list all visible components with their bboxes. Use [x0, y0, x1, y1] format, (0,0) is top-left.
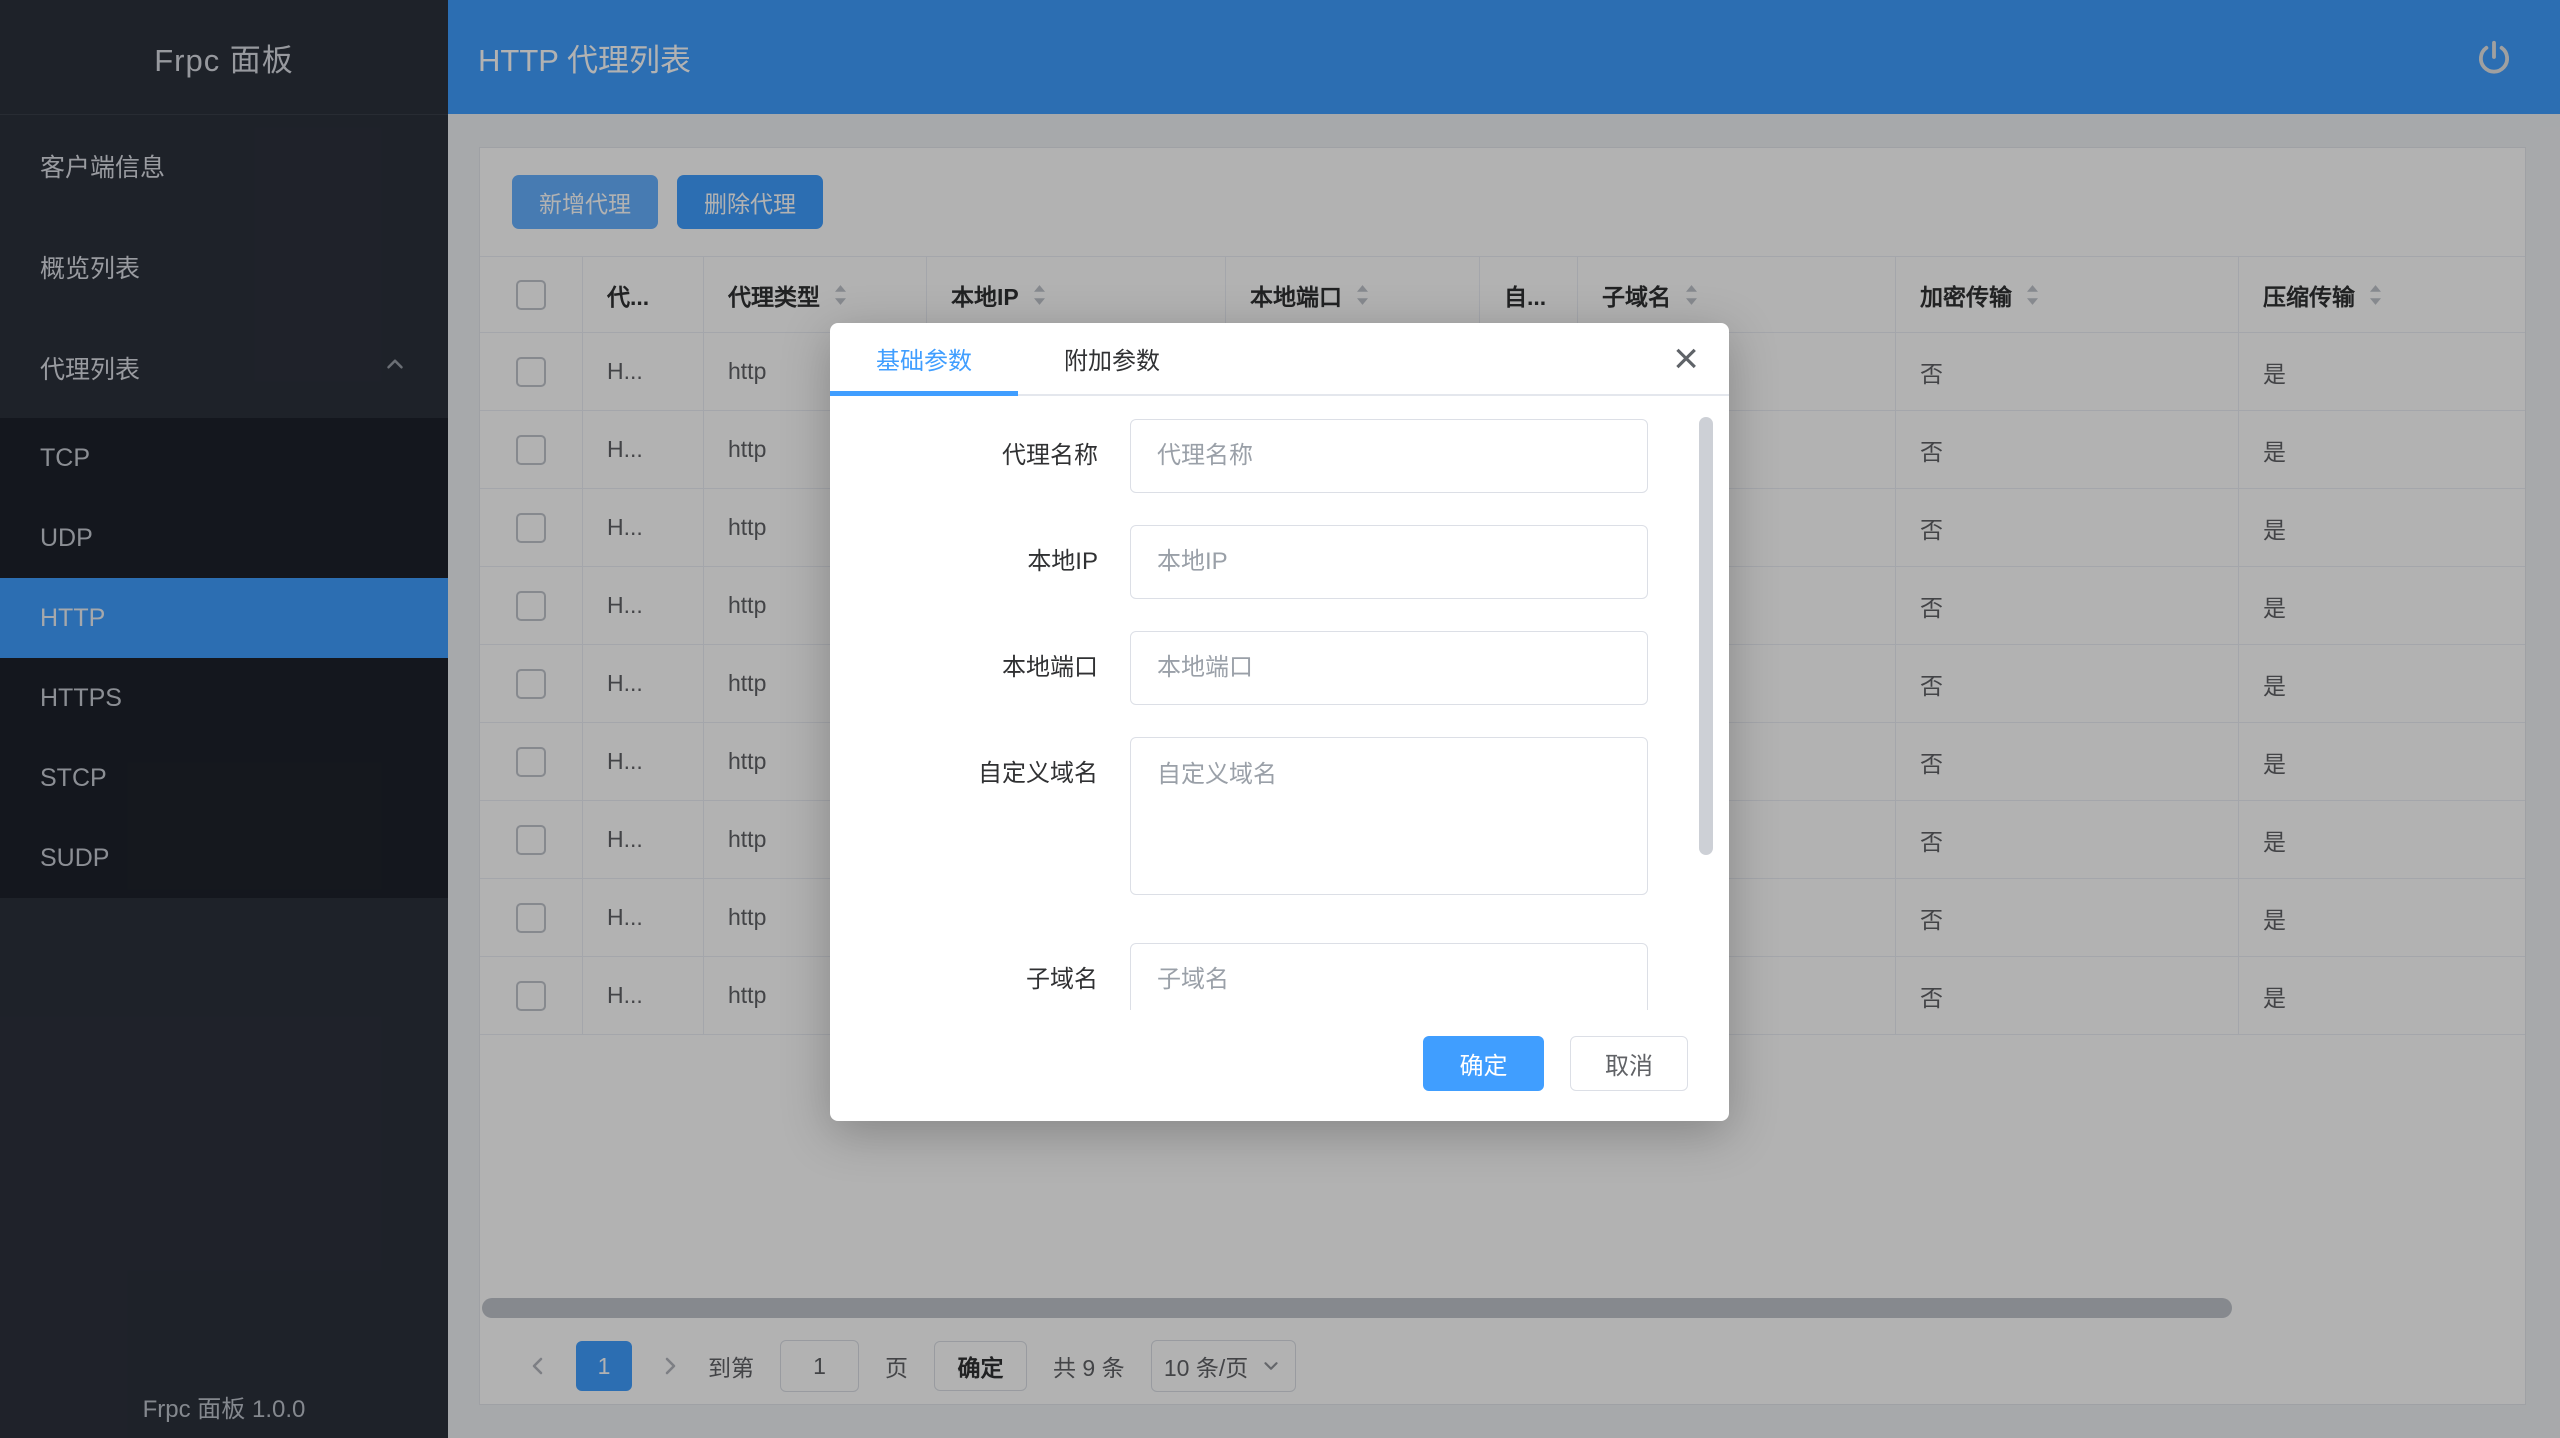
form-row-local-port: 本地端口	[830, 631, 1729, 705]
proxy-name-input[interactable]	[1130, 419, 1648, 493]
tab-basic-params[interactable]: 基础参数	[830, 323, 1018, 394]
proxy-name-label: 代理名称	[830, 419, 1130, 493]
tab-extra-params[interactable]: 附加参数	[1018, 323, 1206, 394]
dialog-scrollbar-thumb[interactable]	[1699, 417, 1713, 855]
proxy-dialog: 基础参数 附加参数 × 代理名称 本地IP 本地端口 自定义域名 子域名	[830, 323, 1729, 1121]
local-ip-label: 本地IP	[830, 525, 1130, 599]
dialog-confirm-button[interactable]: 确定	[1423, 1036, 1544, 1091]
dialog-footer: 确定 取消	[830, 1010, 1729, 1121]
local-port-input[interactable]	[1130, 631, 1648, 705]
local-ip-input[interactable]	[1130, 525, 1648, 599]
dialog-cancel-button[interactable]: 取消	[1570, 1036, 1688, 1091]
subdomain-label: 子域名	[830, 943, 1130, 1010]
local-port-label: 本地端口	[830, 631, 1130, 705]
custom-domains-textarea[interactable]	[1130, 737, 1648, 895]
subdomain-input[interactable]	[1130, 943, 1648, 1010]
close-icon[interactable]: ×	[1667, 331, 1705, 387]
dialog-body: 代理名称 本地IP 本地端口 自定义域名 子域名	[830, 396, 1729, 1010]
form-row-proxy-name: 代理名称	[830, 419, 1729, 493]
form-row-subdomain: 子域名	[830, 943, 1729, 1010]
form-row-local-ip: 本地IP	[830, 525, 1729, 599]
dialog-tabs: 基础参数 附加参数 ×	[830, 323, 1729, 396]
custom-domains-label: 自定义域名	[830, 737, 1130, 895]
form-row-custom-domains: 自定义域名	[830, 737, 1729, 895]
app-root: Frpc 面板 客户端信息 概览列表 代理列表 TCP UDP HTTP HTT…	[0, 0, 2560, 1438]
